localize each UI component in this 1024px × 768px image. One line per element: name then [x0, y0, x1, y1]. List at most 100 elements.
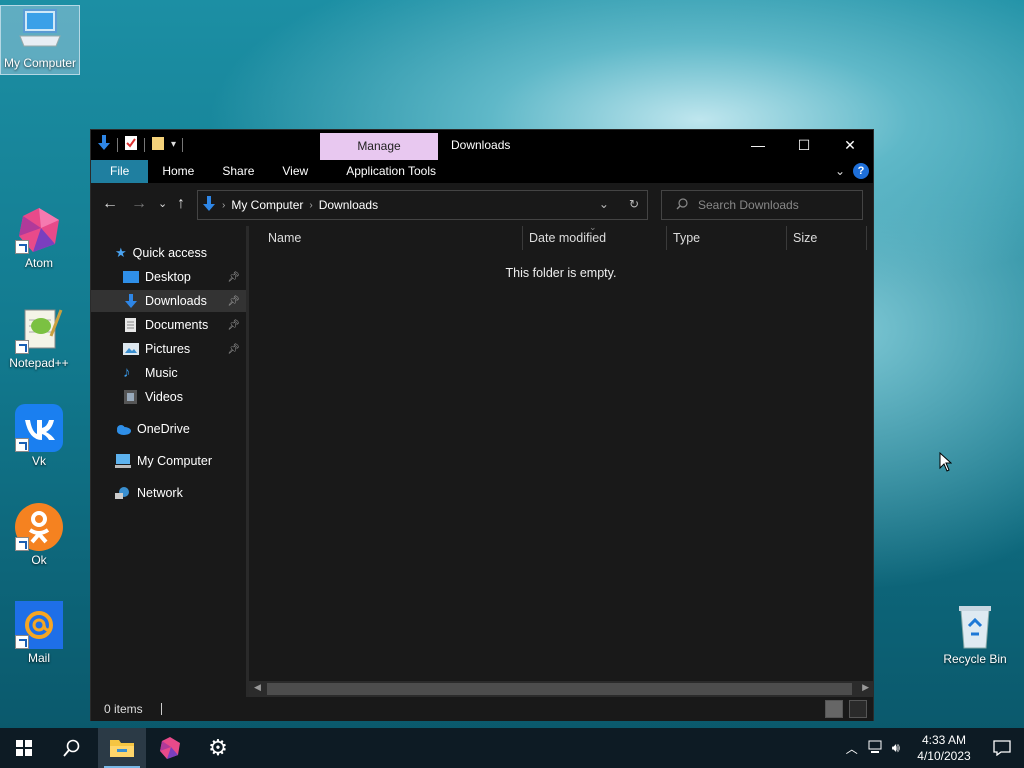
computer-icon [16, 6, 64, 54]
large-icons-view-button[interactable] [849, 700, 867, 718]
ribbon-tab-home[interactable]: Home [148, 160, 208, 183]
desktop-icon-recycle-bin[interactable]: Recycle Bin [936, 602, 1014, 666]
column-divider[interactable] [866, 226, 867, 250]
sidebar-item-label: Quick access [132, 246, 207, 260]
sidebar-item-my-computer[interactable]: My Computer [91, 450, 246, 472]
atom-icon [160, 737, 180, 759]
horizontal-scrollbar[interactable]: ◀ ▶ [249, 681, 873, 697]
expand-ribbon-icon[interactable]: ⌄ [835, 164, 845, 178]
ribbon-tab-application-tools[interactable]: Application Tools [332, 160, 450, 183]
windows-logo-icon [16, 740, 32, 756]
minimize-button[interactable]: — [735, 130, 781, 160]
new-folder-icon[interactable] [151, 135, 165, 154]
volume-icon[interactable]: 🔊︎ [892, 740, 900, 756]
action-center-button[interactable] [980, 740, 1024, 756]
notepadpp-icon [15, 306, 63, 354]
show-hidden-icons-chevron-icon[interactable]: ︿ [846, 740, 858, 757]
ribbon-tab-view[interactable]: View [268, 160, 322, 183]
desktop-icon-label: Ok [31, 553, 47, 567]
ribbon-tab-share[interactable]: Share [208, 160, 268, 183]
quick-access-toolbar: ▾ [97, 135, 184, 154]
desktop-icon-vk[interactable]: Vk [0, 404, 78, 468]
column-divider[interactable] [522, 226, 523, 250]
status-divider [160, 703, 162, 715]
maximize-button[interactable]: ☐ [781, 130, 827, 160]
taskbar-file-explorer[interactable] [98, 728, 146, 768]
column-header-name[interactable]: Name [268, 226, 301, 250]
sidebar-item-music[interactable]: ♪ Music [91, 362, 246, 384]
notification-icon [993, 740, 1011, 756]
videos-icon [123, 390, 139, 404]
ok-icon [15, 503, 63, 551]
taskbar-atom[interactable] [146, 728, 194, 768]
column-divider[interactable] [666, 226, 667, 250]
shortcut-arrow-icon [15, 340, 29, 354]
explorer-window[interactable]: ▾ Manage Downloads — ☐ ✕ File Home Share… [90, 129, 874, 721]
back-button[interactable]: ← [102, 195, 118, 213]
desktop-icon-my-computer[interactable]: My Computer [0, 5, 80, 75]
gear-icon: ⚙ [208, 735, 228, 760]
scroll-right-icon[interactable]: ▶ [862, 682, 869, 693]
taskbar-settings[interactable]: ⚙ [194, 728, 242, 768]
file-list[interactable]: Name Date modified ⌄ Type Size This fold… [249, 222, 873, 681]
column-divider[interactable] [786, 226, 787, 250]
forward-button[interactable]: → [131, 195, 147, 213]
ribbon-tab-manage[interactable]: Manage [320, 133, 438, 160]
clock-date: 4/10/2023 [917, 749, 971, 763]
search-input[interactable]: Search Downloads [698, 198, 799, 212]
network-status-icon[interactable] [868, 740, 884, 757]
sort-indicator-icon: ⌄ [589, 222, 597, 232]
sidebar-item-quick-access[interactable]: ★ Quick access [91, 242, 246, 264]
breadcrumb-downloads[interactable]: Downloads [319, 198, 378, 212]
sidebar-item-documents[interactable]: Documents 📌︎ [91, 314, 246, 336]
recent-locations-button[interactable]: ⌄ [158, 197, 167, 210]
shortcut-arrow-icon [15, 537, 29, 551]
desktop-icon-label: Vk [31, 454, 46, 468]
desktop-icon-label: My Computer [3, 56, 77, 70]
sidebar-item-label: Network [137, 486, 183, 500]
sidebar-item-onedrive[interactable]: OneDrive [91, 418, 246, 440]
sidebar-item-network[interactable]: Network [91, 482, 246, 504]
desktop-folder-icon [123, 270, 139, 284]
sidebar-item-videos[interactable]: Videos [91, 386, 246, 408]
sidebar-item-downloads[interactable]: Downloads 📌︎ [91, 290, 246, 312]
column-header-type[interactable]: Type [673, 226, 700, 250]
start-button[interactable] [0, 728, 48, 768]
breadcrumb-my-computer[interactable]: My Computer [231, 198, 303, 212]
recycle-bin-icon [951, 602, 999, 650]
help-icon[interactable]: ? [853, 163, 869, 179]
scroll-left-icon[interactable]: ◀ [254, 682, 261, 693]
sidebar-item-label: Documents [145, 318, 209, 332]
desktop-icon-mail[interactable]: Mail [0, 601, 78, 665]
details-view-button[interactable] [825, 700, 843, 718]
customize-toolbar-icon[interactable]: ▾ [171, 139, 176, 150]
scrollbar-thumb[interactable] [267, 683, 852, 695]
sidebar-item-pictures[interactable]: Pictures 📌︎ [91, 338, 246, 360]
toolbar-divider [144, 137, 145, 152]
search-box[interactable]: Search Downloads [661, 190, 863, 220]
address-bar[interactable]: › My Computer › Downloads ⌄ ↻ [197, 190, 648, 220]
search-button[interactable] [48, 728, 96, 768]
breadcrumb-separator: › [222, 199, 226, 211]
sidebar-item-label: OneDrive [137, 422, 190, 436]
column-header-size[interactable]: Size [793, 226, 817, 250]
close-button[interactable]: ✕ [827, 130, 873, 160]
refresh-icon[interactable]: ↻ [629, 197, 639, 211]
sidebar-item-label: Pictures [145, 342, 191, 356]
music-icon: ♪ [123, 364, 131, 381]
sidebar-item-desktop[interactable]: Desktop 📌︎ [91, 266, 246, 288]
ribbon-tab-file[interactable]: File [91, 160, 149, 183]
properties-icon[interactable] [124, 135, 138, 154]
address-dropdown-icon[interactable]: ⌄ [599, 197, 609, 211]
up-button[interactable]: ↑ [177, 195, 185, 213]
desktop-icon-atom[interactable]: Atom [0, 206, 78, 270]
title-bar[interactable]: ▾ Manage Downloads — ☐ ✕ [91, 130, 873, 160]
clock[interactable]: 4:33 AM 4/10/2023 [908, 732, 980, 764]
taskbar: ⚙ ︿ 🔊︎ 4:33 AM 4/10/2023 [0, 728, 1024, 768]
empty-folder-message: This folder is empty. [505, 266, 617, 280]
desktop-icon-ok[interactable]: Ok [0, 503, 78, 567]
desktop-icon-label: Notepad++ [9, 356, 69, 370]
desktop-icon-notepadpp[interactable]: Notepad++ [0, 306, 78, 370]
folder-icon [110, 740, 134, 757]
onedrive-cloud-icon [115, 422, 131, 436]
